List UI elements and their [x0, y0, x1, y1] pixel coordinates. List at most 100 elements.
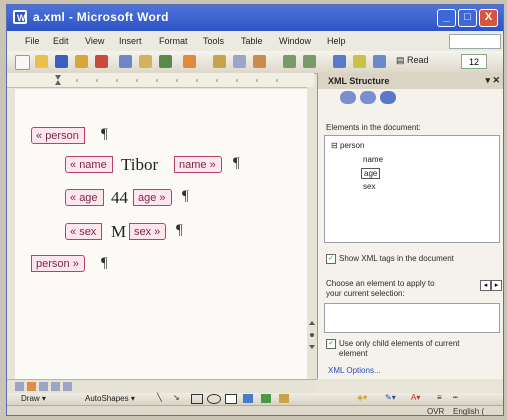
oval-tool-icon[interactable]: [207, 394, 221, 404]
new-icon[interactable]: [15, 55, 30, 70]
print-preview-icon[interactable]: [139, 55, 152, 68]
show-tags-checkbox[interactable]: ✓: [326, 254, 336, 264]
dash-style-icon[interactable]: ┅: [453, 393, 458, 402]
xml-tag-age-end[interactable]: age »: [133, 189, 172, 206]
xml-structure-pane: XML Structure ▾ ✕ Elements in the docume…: [317, 73, 503, 379]
picture-icon[interactable]: [279, 394, 289, 403]
wordart-icon[interactable]: [243, 394, 253, 403]
vertical-scrollbar[interactable]: [307, 87, 317, 379]
rectangle-tool-icon[interactable]: [191, 394, 203, 404]
word-app-icon[interactable]: W: [13, 10, 27, 24]
window-title: a.xml - Microsoft Word: [33, 10, 169, 24]
pane-nav-buttons: [340, 91, 404, 105]
child-elements-label-2: element: [339, 349, 368, 358]
save-icon[interactable]: [55, 55, 68, 68]
menu-window[interactable]: Window: [279, 36, 311, 46]
paragraph-mark: ¶: [176, 222, 183, 238]
draw-menu[interactable]: Draw ▾: [21, 394, 46, 403]
outline-view-icon[interactable]: [51, 382, 60, 391]
standard-toolbar: ▤ Read 12: [7, 51, 503, 74]
arrow-tool-icon[interactable]: ↘: [173, 393, 180, 402]
xml-tag-name-end[interactable]: name »: [174, 156, 222, 173]
document-area[interactable]: « person ¶ « name Tibor name » ¶ « age 4…: [15, 89, 308, 379]
horizontal-ruler[interactable]: [7, 73, 314, 88]
font-size-box[interactable]: 12: [461, 54, 487, 69]
menu-insert[interactable]: Insert: [119, 36, 142, 46]
xml-tag-sex-start[interactable]: « sex: [65, 223, 103, 240]
xml-options-link[interactable]: XML Options...: [328, 366, 381, 376]
line-color-icon[interactable]: ✎▾: [385, 393, 396, 402]
autoshapes-menu[interactable]: AutoShapes ▾: [85, 394, 135, 403]
elements-tree[interactable]: ⊟ person name age sex: [324, 135, 500, 243]
print-view-icon[interactable]: [39, 382, 48, 391]
xml-tag-name-start[interactable]: « name: [65, 156, 113, 173]
paragraph-mark: ¶: [182, 188, 189, 204]
cut-icon[interactable]: [213, 55, 226, 68]
xml-tag-age-start[interactable]: « age: [65, 189, 104, 206]
help-question-box[interactable]: [449, 34, 501, 49]
tree-item-name[interactable]: name: [363, 155, 383, 164]
language-indicator[interactable]: English (: [453, 407, 484, 415]
copy-icon[interactable]: [233, 55, 246, 68]
pane-header: XML Structure ▾ ✕: [318, 73, 503, 89]
tree-item-sex[interactable]: sex: [363, 182, 375, 191]
choose-element-label-2: your current selection:: [326, 289, 405, 298]
paste-icon[interactable]: [253, 55, 266, 68]
spelling-icon[interactable]: [159, 55, 172, 68]
pane-next-icon[interactable]: ▸: [491, 280, 502, 291]
permission-icon[interactable]: [75, 55, 88, 68]
tree-item-age-selected[interactable]: age: [361, 168, 381, 179]
xml-tag-person-end[interactable]: person »: [31, 255, 85, 272]
fill-color-icon[interactable]: ◈▾: [357, 393, 367, 402]
email-icon[interactable]: [95, 55, 108, 68]
xml-tag-sex-end[interactable]: sex »: [129, 223, 167, 240]
reading-view-icon[interactable]: [63, 382, 72, 391]
menu-format[interactable]: Format: [159, 36, 188, 46]
font-color-icon[interactable]: A▾: [411, 393, 420, 402]
web-view-icon[interactable]: [27, 382, 36, 391]
menu-edit[interactable]: Edit: [53, 36, 69, 46]
tables-icon[interactable]: [353, 55, 366, 68]
overtype-indicator[interactable]: OVR: [427, 407, 444, 415]
menu-bar: File Edit View Insert Format Tools Table…: [7, 31, 503, 51]
back-icon[interactable]: [340, 91, 356, 104]
child-elements-checkbox[interactable]: ✓: [326, 339, 336, 349]
open-icon[interactable]: [35, 55, 48, 68]
apply-element-list[interactable]: [324, 303, 500, 333]
show-tags-label: Show XML tags in the document: [339, 254, 454, 263]
hyperlink-icon[interactable]: [333, 55, 346, 68]
paragraph-mark: ¶: [101, 255, 108, 271]
read-icon: ▤: [396, 55, 408, 65]
maximize-button[interactable]: □: [458, 9, 477, 27]
minimize-button[interactable]: _: [437, 9, 456, 27]
sex-value: M: [111, 222, 127, 241]
clipart-icon[interactable]: [261, 394, 271, 403]
pane-prev-icon[interactable]: ◂: [480, 280, 491, 291]
menu-tools[interactable]: Tools: [203, 36, 224, 46]
textbox-tool-icon[interactable]: [225, 394, 237, 404]
redo-icon[interactable]: [303, 55, 316, 68]
print-icon[interactable]: [119, 55, 132, 68]
line-tool-icon[interactable]: ╲: [157, 393, 162, 402]
title-bar: W a.xml - Microsoft Word _ □ X: [7, 5, 503, 31]
normal-view-icon[interactable]: [15, 382, 24, 391]
line-style-icon[interactable]: ≡: [437, 393, 442, 402]
scroll-arrows: [309, 321, 315, 349]
home-icon[interactable]: [380, 91, 396, 104]
elements-label: Elements in the document:: [326, 123, 421, 132]
menu-file[interactable]: File: [25, 36, 40, 46]
menu-help[interactable]: Help: [327, 36, 346, 46]
close-button[interactable]: X: [479, 9, 498, 27]
research-icon[interactable]: [183, 55, 196, 68]
pane-close-icon[interactable]: ▾ ✕: [485, 75, 500, 86]
paragraph-mark: ¶: [233, 155, 240, 171]
forward-icon[interactable]: [360, 91, 376, 104]
read-button[interactable]: ▤ Read: [393, 54, 432, 71]
menu-view[interactable]: View: [85, 36, 104, 46]
tree-root-item[interactable]: ⊟ person: [331, 141, 364, 150]
ruler-ticks: [55, 75, 278, 85]
columns-icon[interactable]: [373, 55, 386, 68]
xml-tag-person-start[interactable]: « person: [31, 127, 85, 144]
undo-icon[interactable]: [283, 55, 296, 68]
menu-table[interactable]: Table: [241, 36, 263, 46]
